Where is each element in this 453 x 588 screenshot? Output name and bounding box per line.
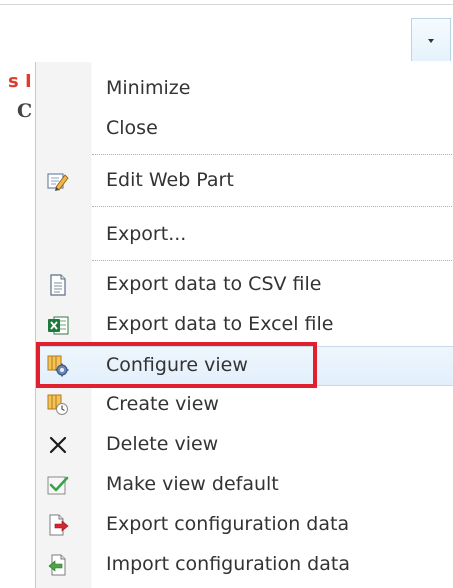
menu-item-minimize[interactable]: Minimize — [36, 70, 453, 110]
csv-document-icon — [47, 274, 69, 296]
webpart-menu-dropdown-button[interactable] — [411, 18, 451, 61]
menu-item-label: Edit Web Part — [106, 169, 234, 191]
menu-separator — [92, 206, 453, 207]
menu-item-create-view[interactable]: Create view — [36, 386, 453, 426]
menu-item-label: Export... — [106, 223, 187, 245]
menu-item-label: Import configuration data — [106, 553, 350, 575]
import-configuration-icon — [47, 554, 69, 576]
menu-item-label: Close — [106, 117, 158, 139]
menu-item-export-configuration[interactable]: Export configuration data — [36, 506, 453, 546]
menu-item-make-view-default[interactable]: Make view default — [36, 466, 453, 506]
edit-webpart-icon — [47, 170, 69, 192]
chevron-down-icon — [428, 38, 434, 43]
delete-x-icon — [47, 434, 69, 456]
menu-item-export-csv[interactable]: Export data to CSV file — [36, 266, 453, 306]
menu-item-label: Export data to CSV file — [106, 273, 322, 295]
menu-separator — [92, 260, 453, 261]
menu-item-import-configuration[interactable]: Import configuration data — [36, 546, 453, 586]
menu-item-close[interactable]: Close — [36, 110, 453, 150]
menu-separator — [92, 154, 453, 155]
menu-item-label: Export configuration data — [106, 513, 350, 535]
menu-item-label: Create view — [106, 393, 219, 415]
export-configuration-icon — [47, 514, 69, 536]
menu-item-label: Export data to Excel file — [106, 313, 334, 335]
background-text-fragment: C — [17, 100, 33, 122]
make-default-checkmark-icon — [47, 474, 69, 496]
highlight-annotation-box — [36, 342, 317, 388]
excel-icon — [47, 314, 69, 336]
menu-item-label: Minimize — [106, 77, 191, 99]
background-title-fragment: s I — [8, 71, 32, 92]
menu-item-label: Delete view — [106, 433, 219, 455]
top-divider — [0, 4, 453, 5]
menu-item-delete-view[interactable]: Delete view — [36, 426, 453, 466]
create-view-icon — [47, 394, 69, 416]
menu-item-edit-web-part[interactable]: Edit Web Part — [36, 162, 453, 202]
menu-item-export-excel[interactable]: Export data to Excel file — [36, 306, 453, 346]
menu-item-export[interactable]: Export... — [36, 216, 453, 256]
webpart-context-menu: Minimize Close Edit Web Part Export... E… — [35, 62, 453, 588]
menu-item-label: Make view default — [106, 473, 279, 495]
